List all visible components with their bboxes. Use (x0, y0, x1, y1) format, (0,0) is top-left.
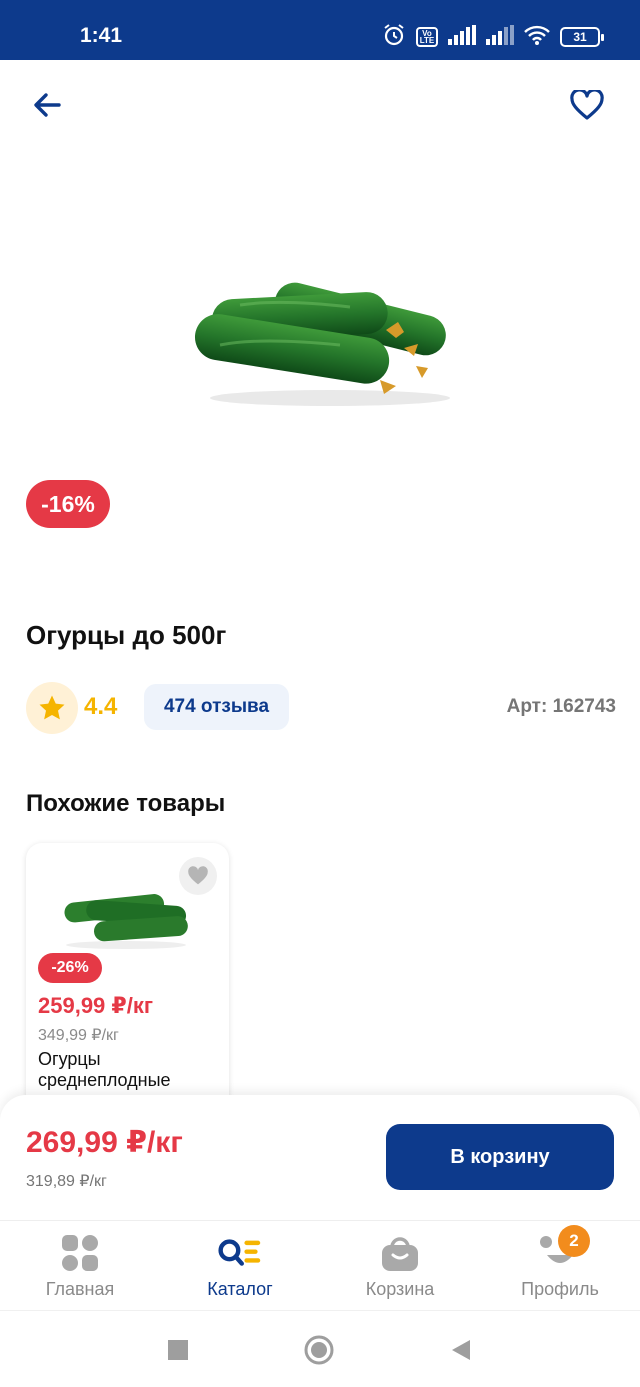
status-bar: 1:41 Vo LTE 31 (0, 0, 640, 60)
buy-panel: 269,99 ₽/кг 319,89 ₽/кг В корзину (0, 1095, 640, 1220)
status-time: 1:41 (80, 24, 123, 47)
product-title: Огурцы до 500г (26, 620, 227, 650)
old-price: 319,89 ₽/кг (26, 1173, 107, 1190)
card-product-image (56, 875, 196, 955)
similar-product-card[interactable]: -26% 259,99 ₽/кг 349,99 ₽/кг Огурцы сред… (26, 843, 229, 1113)
cucumber-image (64, 894, 188, 949)
cucumber-image (194, 282, 450, 406)
tab-profile[interactable]: 2 Профиль (480, 1221, 640, 1311)
card-old-price: 349,99 ₽/кг (38, 1027, 119, 1044)
bottom-tabbar: Главная Каталог Корзина 2 Профиль (0, 1220, 640, 1310)
card-price: 259,99 ₽/кг (38, 993, 153, 1018)
back-button[interactable] (30, 88, 64, 122)
arrow-left-icon (34, 93, 61, 117)
add-to-cart-button[interactable]: В корзину (386, 1124, 614, 1190)
square-icon (168, 1340, 188, 1360)
profile-badge: 2 (558, 1225, 590, 1257)
rating-star (26, 682, 78, 734)
tab-label: Профиль (521, 1279, 599, 1299)
home-grid-icon (58, 1233, 102, 1273)
article-number: Арт: 162743 (506, 696, 616, 717)
volte-bottom-label: LTE (419, 36, 435, 45)
catalog-search-icon (218, 1233, 262, 1273)
back-system-button[interactable] (446, 1335, 476, 1365)
rating-row: 4.4 474 отзыва Арт: 162743 (26, 682, 616, 734)
heart-outline-icon (570, 90, 604, 120)
favorite-button[interactable] (568, 86, 606, 124)
system-navigation (0, 1310, 640, 1387)
triangle-back-icon (452, 1340, 470, 1360)
tab-label: Корзина (365, 1279, 435, 1299)
discount-badge: -16% (26, 480, 110, 528)
tab-catalog[interactable]: Каталог (160, 1221, 320, 1311)
status-icons: Vo LTE 31 (382, 22, 604, 52)
rating-value: 4.4 (84, 693, 118, 720)
card-product-name: Огурцы среднеплодные (38, 1049, 171, 1090)
tab-label: Каталог (207, 1279, 273, 1299)
circle-icon (304, 1335, 334, 1365)
wifi-icon (524, 25, 550, 50)
similar-products-title: Похожие товары (26, 790, 226, 817)
volte-icon: Vo LTE (416, 27, 438, 47)
alarm-icon (382, 23, 406, 52)
star-icon (39, 695, 65, 720)
reviews-link[interactable]: 474 отзыва (144, 684, 289, 730)
card-discount-badge: -26% (38, 953, 102, 983)
home-button[interactable] (304, 1335, 334, 1365)
tab-label: Главная (45, 1279, 115, 1299)
battery-icon: 31 (560, 27, 604, 47)
signal-icon (448, 24, 476, 50)
product-page: 1:41 Vo LTE 31 -16% Огурцы до 500г 4.4 4… (0, 0, 640, 1387)
tab-home[interactable]: Главная (0, 1221, 160, 1311)
signal-icon (486, 24, 514, 50)
tab-cart[interactable]: Корзина (320, 1221, 480, 1311)
profile-face-icon: 2 (538, 1225, 590, 1273)
basket-icon (378, 1233, 422, 1273)
product-image (180, 270, 460, 420)
recents-button[interactable] (163, 1335, 193, 1365)
current-price: 269,99 ₽/кг (26, 1126, 183, 1159)
